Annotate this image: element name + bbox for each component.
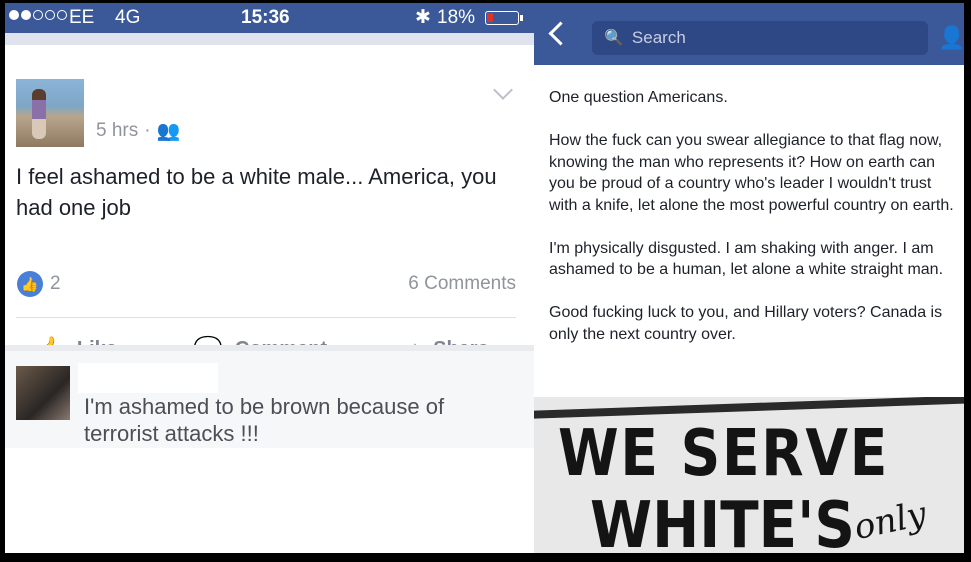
nav-bar: 🔍 Search 👤 [534,3,964,65]
avatar[interactable] [16,79,84,147]
status-bar: EE 4G 15:36 ✱ 18% [5,3,534,33]
post-meta: 5 hrs · 👥 [96,119,180,143]
like-count[interactable]: 2 [50,273,61,295]
status-time: 15:36 [241,7,290,28]
sign-line-1: WE SERVE [558,417,890,491]
sign-line-3: only [850,493,930,549]
chevron-down-icon[interactable] [493,80,513,100]
search-placeholder: Search [631,28,686,47]
bluetooth-icon: ✱ [415,7,431,28]
right-screenshot: 🔍 Search 👤 One question Americans. How t… [534,3,964,553]
post-time[interactable]: 5 hrs [96,120,138,142]
battery-percent: 18% [437,7,476,28]
back-arrow-icon[interactable] [548,21,573,46]
attached-photo[interactable]: WE SERVE WHITE'S only [534,397,964,553]
left-screenshot: EE 4G 15:36 ✱ 18% 5 hrs · 👥 I feel asham… [5,3,534,553]
network-label: 4G [115,7,141,28]
paragraph: Good fucking luck to you, and Hillary vo… [549,304,943,343]
battery-icon [485,11,519,25]
paragraph: How the fuck can you swear allegiance to… [549,132,954,214]
friend-requests-icon[interactable]: 👤 [938,25,964,51]
nav-strip [5,33,534,45]
redacted-name [78,363,218,393]
search-input[interactable]: 🔍 Search [592,21,928,55]
paragraph: One question Americans. [549,89,728,106]
paragraph: I'm physically disgusted. I am shaking w… [549,239,944,279]
friends-icon: 👥 [156,121,181,142]
divider [16,317,516,318]
sign-line-2: WHITE'S [590,489,855,553]
status-text: One question Americans. How the fuck can… [549,87,959,367]
carrier-label: EE [69,7,95,28]
search-icon: 🔍 [604,30,624,47]
blank-area [5,448,534,553]
comment-text: I'm ashamed to be brown because of terro… [84,394,445,446]
comment-item: I'm ashamed to be brown because of terro… [5,351,534,448]
commenter-avatar[interactable] [16,366,70,420]
like-badge-icon: 👍 [17,271,43,297]
separator-dot: · [144,120,151,141]
signal-dots-icon [9,10,67,20]
post-card: 5 hrs · 👥 I feel ashamed to be a white m… [5,45,534,363]
post-text: I feel ashamed to be a white male... Ame… [16,164,497,220]
comments-count[interactable]: 6 Comments [408,273,516,295]
